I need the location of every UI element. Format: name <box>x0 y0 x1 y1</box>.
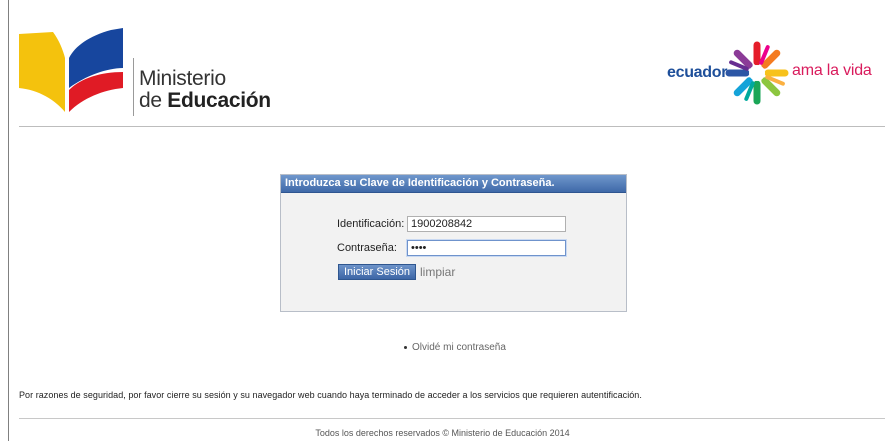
security-notice: Por razones de seguridad, por favor cier… <box>19 390 642 400</box>
sun-icon <box>725 41 789 105</box>
footer-divider <box>19 418 885 419</box>
ministry-prefix: de <box>139 89 168 112</box>
ministry-name: Ministerio de Educación <box>139 68 271 111</box>
login-panel: Introduzca su Clave de Identificación y … <box>280 174 627 312</box>
campaign-left-text: ecuador <box>667 64 728 81</box>
copyright-text: Todos los derechos reservados © Minister… <box>315 428 570 438</box>
id-input[interactable] <box>407 216 566 232</box>
forgot-password-link[interactable]: Olvidé mi contraseña <box>412 342 506 353</box>
bullet-icon <box>404 345 407 349</box>
ministry-name-line1: Ministerio <box>139 67 226 90</box>
page-left-border <box>8 0 9 441</box>
campaign-right-text: ama la vida <box>792 62 872 79</box>
ministry-bold: Educación <box>167 89 271 112</box>
forgot-password-item: Olvidé mi contraseña <box>404 342 506 353</box>
password-input[interactable] <box>407 240 566 256</box>
id-label: Identificación: <box>337 218 405 230</box>
logo-separator <box>133 58 134 116</box>
ministry-name-line2: de Educación <box>139 90 271 111</box>
password-label: Contraseña: <box>337 242 397 254</box>
login-button[interactable]: Iniciar Sesión <box>338 264 417 280</box>
login-panel-title: Introduzca su Clave de Identificación y … <box>281 175 626 193</box>
header-divider <box>19 126 885 127</box>
ministry-logo-icon <box>19 28 123 112</box>
campaign-logo: ecuador ama la vida <box>667 41 877 105</box>
clear-link[interactable]: limpiar <box>420 264 455 280</box>
